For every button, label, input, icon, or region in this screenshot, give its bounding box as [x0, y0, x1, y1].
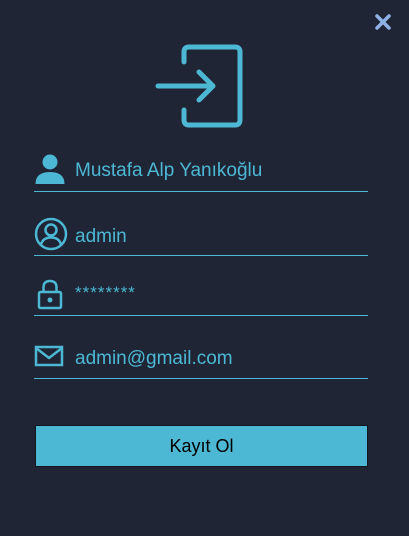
login-icon — [155, 44, 243, 128]
user-circle-icon — [34, 217, 68, 256]
full-name-value[interactable]: Mustafa Alp Yanıkoğlu — [75, 160, 262, 182]
close-button[interactable] — [373, 12, 393, 32]
email-field[interactable]: admin@gmail.com — [34, 340, 368, 379]
email-value[interactable]: admin@gmail.com — [75, 348, 233, 370]
register-button[interactable]: Kayıt Ol — [35, 425, 368, 467]
user-icon — [34, 153, 66, 190]
close-icon[interactable] — [373, 12, 393, 32]
username-field[interactable]: admin — [34, 214, 368, 256]
username-value[interactable]: admin — [75, 226, 127, 248]
password-value[interactable]: ******** — [75, 283, 136, 303]
login-logo — [154, 44, 244, 128]
lock-icon — [34, 278, 66, 315]
password-field[interactable]: ******** — [34, 274, 368, 316]
full-name-field[interactable]: Mustafa Alp Yanıkoğlu — [34, 150, 368, 192]
mail-icon — [34, 344, 64, 373]
